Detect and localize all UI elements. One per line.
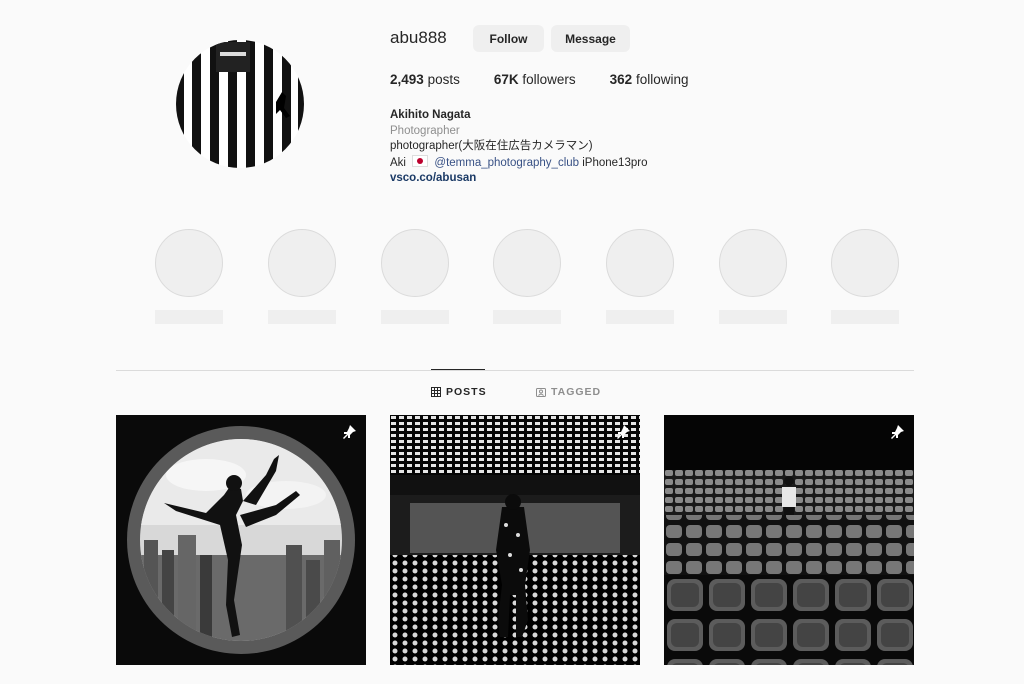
post-image [116,415,366,665]
profile-stats: 2,493 posts 67K followers 362 following [390,72,722,87]
pin-icon [891,425,904,439]
highlight-circle [381,229,449,297]
profile-website-link[interactable]: vsco.co/abusan [390,171,647,187]
profile-avatar[interactable] [176,40,304,168]
highlight-circle [831,229,899,297]
post-thumbnail[interactable] [116,415,366,665]
profile-bio: Akihito Nagata Photographer photographer… [390,108,647,187]
highlight-circle [719,229,787,297]
following-label: following [635,72,689,87]
profile-category: Photographer [390,124,460,137]
post-image [390,415,640,665]
bio-line-1: photographer(大阪在住広告カメラマン) [390,140,593,152]
message-button[interactable]: Message [551,25,630,52]
highlight-placeholder [493,229,561,324]
highlight-placeholder [606,229,674,324]
highlight-placeholder [719,229,787,324]
tab-tagged-label: TAGGED [551,386,602,398]
grid-icon [431,387,441,397]
post-image [664,415,914,665]
pin-icon [617,425,630,439]
highlight-placeholder [381,229,449,324]
profile-username: abu888 [390,28,447,47]
following-stat[interactable]: 362 following [610,72,689,87]
posts-label: posts [427,72,460,87]
bio-mention-link[interactable]: @temma_photography_club [434,157,579,169]
tab-posts[interactable]: POSTS [431,386,487,398]
highlight-label-placeholder [155,310,223,324]
highlight-circle [606,229,674,297]
bio-line-2-suffix: iPhone13pro [582,156,648,169]
japan-flag-icon [412,154,429,167]
highlight-placeholder [831,229,899,324]
tabs-divider [116,370,914,371]
post-thumbnail[interactable] [390,415,640,665]
posts-count: 2,493 [390,72,424,87]
tab-tagged[interactable]: TAGGED [536,386,601,398]
following-count: 362 [609,72,633,87]
highlight-label-placeholder [381,310,449,324]
profile-full-name: Akihito Nagata [390,109,471,121]
followers-stat[interactable]: 67K followers [494,72,576,87]
bio-line-2: Aki @temma_photography_club iPhone13pro [390,154,648,172]
highlight-label-placeholder [831,310,899,324]
highlight-placeholder [268,229,336,324]
posts-stat: 2,493 posts [390,72,460,87]
pin-icon [343,425,356,439]
bio-line-2-prefix: Aki [390,156,406,169]
highlight-label-placeholder [719,310,787,324]
tab-posts-label: POSTS [446,386,487,398]
highlight-circle [268,229,336,297]
highlight-label-placeholder [493,310,561,324]
active-tab-indicator [431,369,485,370]
followers-count: 67K [493,72,519,87]
highlight-circle [155,229,223,297]
highlight-placeholder [155,229,223,324]
highlight-circle [493,229,561,297]
highlight-label-placeholder [268,310,336,324]
highlight-label-placeholder [606,310,674,324]
post-thumbnail[interactable] [664,415,914,665]
follow-button[interactable]: Follow [473,25,544,52]
followers-label: followers [522,72,576,87]
tag-icon [536,388,546,397]
